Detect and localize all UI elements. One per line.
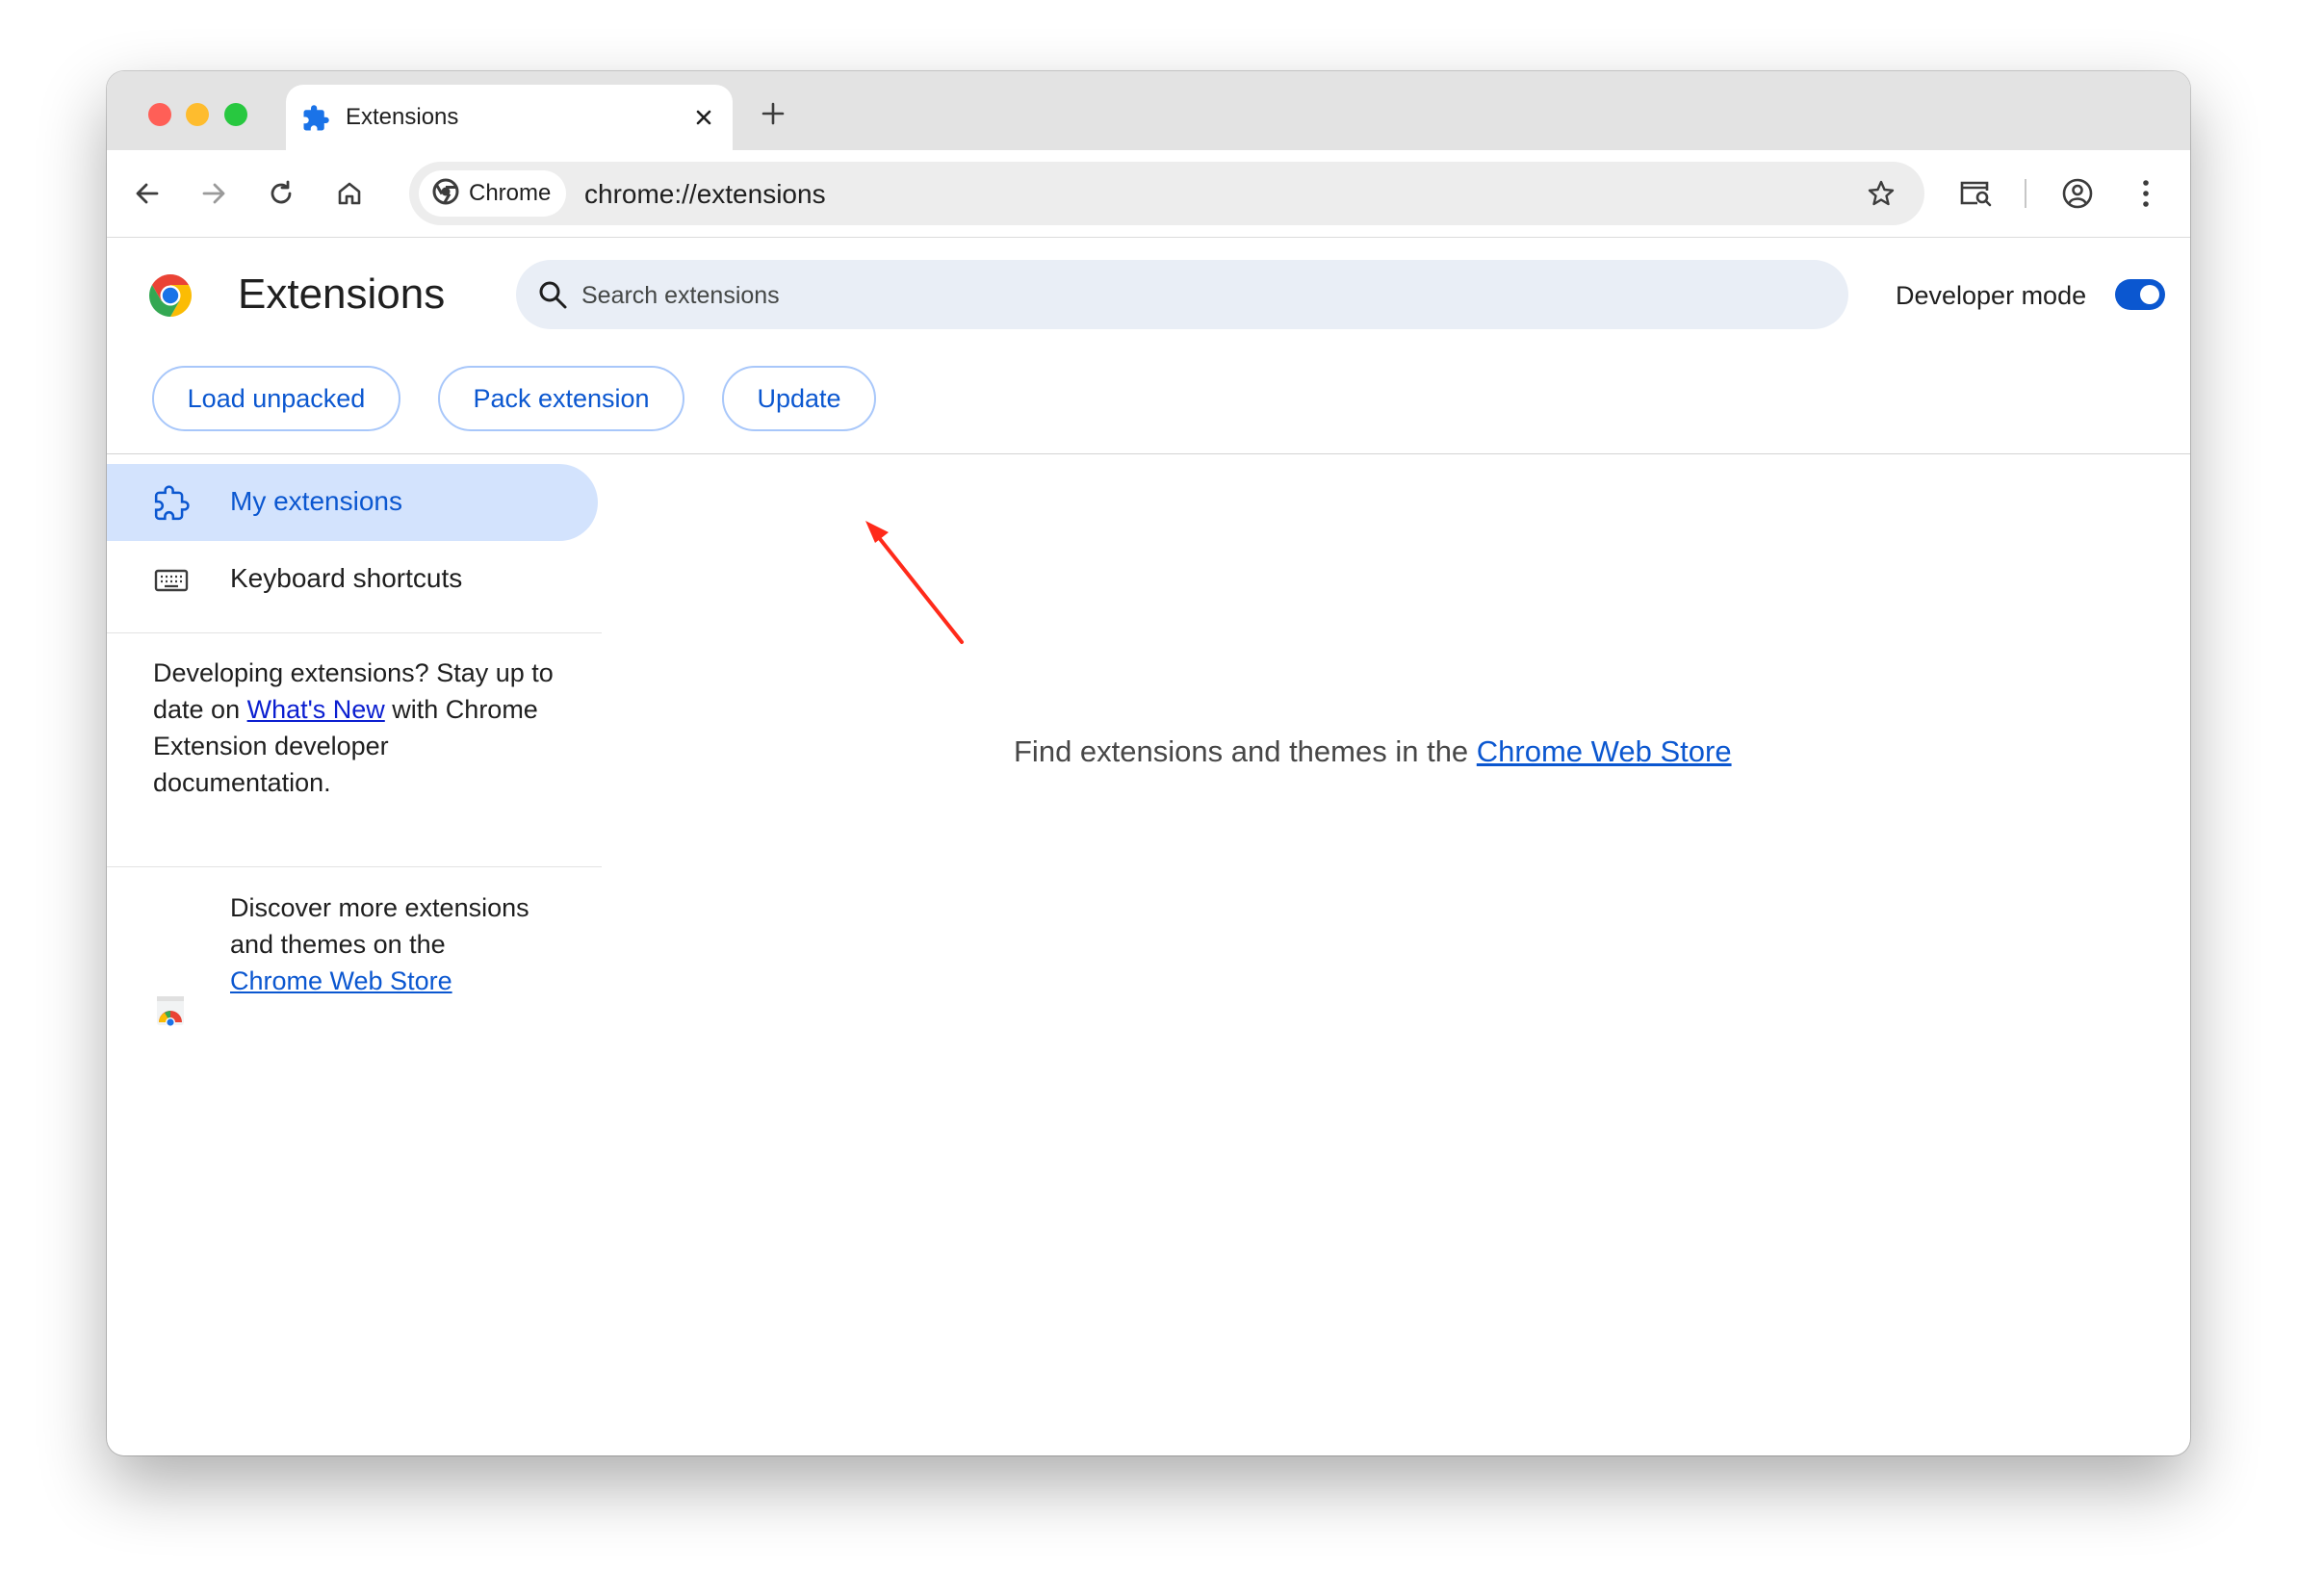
new-tab-button[interactable] — [752, 92, 794, 135]
sidebar-divider — [107, 866, 602, 867]
whats-new-link[interactable]: What's New — [247, 695, 385, 724]
puzzle-outline-icon — [153, 485, 190, 522]
keyboard-icon — [153, 562, 190, 599]
empty-state-text: Find extensions and themes in the — [1014, 734, 1477, 768]
discover-text-prefix: Discover more extensions and themes on t… — [230, 893, 529, 959]
chrome-web-store-icon — [153, 1210, 188, 1247]
minimize-window-button[interactable] — [186, 103, 209, 126]
profile-avatar-icon — [2062, 178, 2093, 209]
sidebar-divider — [107, 632, 602, 633]
web-store-icon — [153, 993, 188, 1030]
empty-state-message: Find extensions and themes in the Chrome… — [1014, 734, 1732, 769]
reload-button[interactable] — [259, 171, 303, 216]
more-vert-icon — [2143, 180, 2149, 207]
load-unpacked-button[interactable]: Load unpacked — [152, 366, 400, 431]
url-text[interactable]: chrome://extensions — [584, 179, 826, 210]
developing-extensions-text: Developing extensions? Stay up to date o… — [153, 655, 557, 801]
sidebar-item-label: My extensions — [230, 486, 402, 516]
back-arrow-icon — [136, 183, 159, 204]
developer-mode-label: Developer mode — [1896, 281, 2087, 310]
tab-extensions[interactable]: Extensions — [286, 85, 733, 150]
sidebar-item-keyboard-shortcuts[interactable]: Keyboard shortcuts — [107, 541, 598, 618]
forward-button[interactable] — [192, 171, 236, 216]
reload-icon — [271, 180, 292, 204]
profile-button[interactable] — [2055, 171, 2100, 216]
search-input[interactable] — [580, 260, 1816, 331]
discover-more-text: Discover more extensions and themes on t… — [230, 889, 538, 999]
extensions-page: Extensions Developer mode Load unpacked … — [107, 238, 2190, 1455]
update-button[interactable]: Update — [722, 366, 876, 431]
address-bar[interactable]: Chrome chrome://extensions — [409, 162, 1924, 225]
home-icon — [338, 182, 361, 205]
sidebar-item-my-extensions[interactable]: My extensions — [107, 464, 598, 541]
chrome-logo-icon — [147, 272, 194, 319]
page-title: Extensions — [238, 270, 446, 318]
tab-search-icon — [1960, 181, 1992, 207]
site-chip-label: Chrome — [469, 180, 552, 206]
sidebar: My extensions Keyboard shortcuts Develop… — [107, 454, 602, 1455]
forward-arrow-icon — [202, 183, 225, 204]
tab-title: Extensions — [346, 104, 459, 130]
main-chrome-web-store-link[interactable]: Chrome Web Store — [1477, 734, 1732, 768]
chrome-icon — [432, 178, 459, 210]
tab-strip: Extensions — [107, 71, 2190, 150]
extensions-header: Extensions Developer mode Load unpacked … — [107, 238, 2190, 454]
annotation-arrow — [865, 521, 964, 644]
search-bar[interactable] — [516, 260, 1848, 331]
puzzle-icon — [301, 104, 330, 133]
maximize-window-button[interactable] — [224, 103, 247, 126]
tab-search-button[interactable] — [1953, 171, 1998, 216]
bookmark-star-icon[interactable] — [1859, 171, 1903, 216]
sidebar-item-label: Keyboard shortcuts — [230, 563, 463, 593]
toolbar-divider — [2025, 179, 2026, 208]
pack-extension-button[interactable]: Pack extension — [438, 366, 684, 431]
close-tab-icon[interactable] — [688, 102, 719, 133]
browser-toolbar: Chrome chrome://extensions — [107, 150, 2190, 238]
browser-menu-button[interactable] — [2124, 171, 2168, 216]
search-icon — [535, 277, 570, 312]
developer-mode-toggle[interactable] — [2115, 279, 2165, 310]
site-info-chip[interactable]: Chrome — [419, 170, 567, 217]
close-window-button[interactable] — [148, 103, 171, 126]
browser-window: Extensions Chrome chrome://extensions Ex… — [107, 71, 2190, 1455]
home-button[interactable] — [327, 171, 372, 216]
back-button[interactable] — [125, 171, 169, 216]
toggle-knob — [2140, 285, 2159, 304]
chrome-web-store-link[interactable]: Chrome Web Store — [230, 966, 452, 995]
